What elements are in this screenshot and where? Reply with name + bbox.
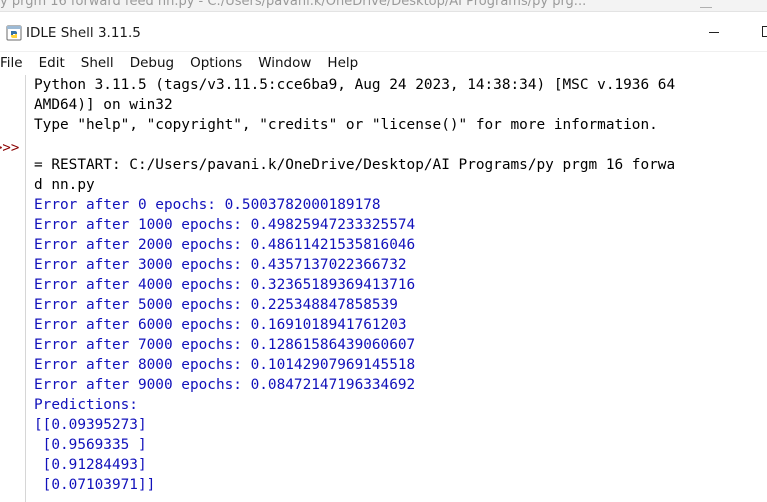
menu-shell[interactable]: Shell — [73, 52, 122, 74]
output-line: Error after 5000 epochs: 0.2253488478585… — [34, 297, 398, 313]
menu-debug[interactable]: Debug — [122, 52, 182, 74]
restart-line: = RESTART: C:/Users/pavani.k/OneDrive/De… — [34, 157, 676, 173]
banner-line: Python 3.11.5 (tags/v3.11.5:cce6ba9, Aug… — [34, 77, 676, 93]
maximize-button[interactable] — [748, 12, 767, 52]
output-line: Predictions: — [34, 397, 138, 413]
background-window-titlebar[interactable]: y prgm 16 forward feed nn.py - C:/Users/… — [0, 0, 767, 12]
shell-text[interactable]: Python 3.11.5 (tags/v3.11.5:cce6ba9, Aug… — [34, 75, 767, 502]
maximize-icon — [762, 26, 767, 37]
background-minimize-icon — [700, 0, 712, 8]
restart-line: d nn.py — [34, 177, 95, 193]
output-line: [0.91284493] — [34, 457, 147, 473]
output-line: [[0.09395273] — [34, 417, 147, 433]
banner-line: Type "help", "copyright", "credits" or "… — [34, 117, 658, 133]
background-window-title: y prgm 16 forward feed nn.py - C:/Users/… — [0, 0, 587, 9]
output-line: Error after 3000 epochs: 0.4357137022366… — [34, 257, 407, 273]
minimize-button[interactable] — [690, 12, 736, 52]
menu-edit[interactable]: Edit — [31, 52, 73, 74]
output-line: Error after 2000 epochs: 0.4861142153581… — [34, 237, 416, 253]
output-line: [0.9569335 ] — [34, 437, 147, 453]
output-line: Error after 1000 epochs: 0.4982594723332… — [34, 217, 416, 233]
output-line: Error after 9000 epochs: 0.0847214719633… — [34, 377, 416, 393]
idle-python-icon — [6, 25, 22, 41]
window-title: IDLE Shell 3.11.5 — [26, 25, 141, 41]
output-line: Error after 4000 epochs: 0.3236518936941… — [34, 277, 416, 293]
banner-line: AMD64)] on win32 — [34, 97, 173, 113]
window-titlebar[interactable]: IDLE Shell 3.11.5 — [0, 12, 767, 52]
minimize-icon — [709, 32, 719, 33]
prompt-gutter: >>> — [0, 75, 26, 502]
output-line: Error after 8000 epochs: 0.1014290796914… — [34, 357, 416, 373]
output-line: Error after 0 epochs: 0.5003782000189178 — [34, 197, 381, 213]
output-line: [0.07103971]] — [34, 477, 156, 493]
shell-output-area[interactable]: >>> Python 3.11.5 (tags/v3.11.5:cce6ba9,… — [0, 75, 767, 502]
output-line: Error after 6000 epochs: 0.1691018941761… — [34, 317, 407, 333]
menu-help[interactable]: Help — [319, 52, 366, 74]
menu-window[interactable]: Window — [250, 52, 319, 74]
shell-prompt: >>> — [0, 140, 20, 156]
menu-bar: File Edit Shell Debug Options Window Hel… — [0, 52, 767, 74]
menu-file[interactable]: File — [0, 52, 31, 74]
menu-options[interactable]: Options — [182, 52, 250, 74]
output-line: Error after 7000 epochs: 0.1286158643906… — [34, 337, 416, 353]
